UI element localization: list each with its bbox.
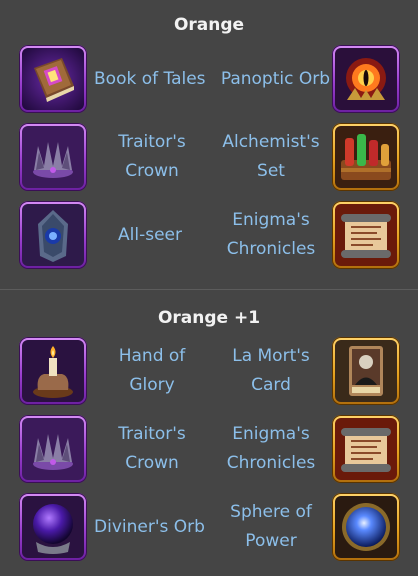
item-label: Book of Tales (94, 68, 206, 89)
item-label: Sphere of Power (230, 502, 312, 551)
diviners-orb-icon[interactable] (19, 493, 87, 561)
item-label: Alchemist's Set (222, 132, 320, 181)
traitors-crown-icon[interactable] (19, 415, 87, 483)
orange-section: Orange Book of Tales Panoptic Orb Traito… (0, 0, 418, 289)
hand-of-glory-icon[interactable] (19, 337, 87, 405)
traitors-crown-icon[interactable] (19, 123, 87, 191)
item-label: Traitor's Crown (118, 424, 186, 473)
item-label: Panoptic Orb (220, 68, 330, 89)
enigmas-chronicles-icon[interactable] (332, 201, 400, 269)
orange-plus-one-section: Orange +1 Hand of Glory La Mort's Card T… (0, 290, 418, 576)
item-row: Traitor's Crown Enigma's Chronicles (0, 415, 418, 483)
all-seer-icon[interactable] (19, 201, 87, 269)
item-label: Hand of Glory (118, 346, 186, 395)
item-row: Diviner's Orb Sphere of Power (0, 493, 418, 561)
book-of-tales-icon[interactable] (19, 45, 87, 113)
section-title-orange: Orange (173, 15, 245, 35)
item-label: All-seer (118, 224, 182, 245)
panoptic-orb-icon[interactable] (332, 45, 400, 113)
item-label: Enigma's Chronicles (226, 424, 316, 473)
item-label: Enigma's Chronicles (226, 210, 316, 259)
item-row: Traitor's Crown Alchemist's Set (0, 123, 418, 191)
section-title-orange-plus-one: Orange +1 (157, 308, 261, 328)
item-row: Book of Tales Panoptic Orb (0, 45, 418, 113)
item-label: Diviner's Orb (94, 516, 205, 537)
item-label: La Mort's Card (232, 346, 310, 395)
item-row: Hand of Glory La Mort's Card (0, 337, 418, 405)
enigmas-chronicles-icon[interactable] (332, 415, 400, 483)
la-morts-card-icon[interactable] (332, 337, 400, 405)
sphere-of-power-icon[interactable] (332, 493, 400, 561)
item-row: All-seer Enigma's Chronicles (0, 201, 418, 269)
alchemists-set-icon[interactable] (332, 123, 400, 191)
item-label: Traitor's Crown (118, 132, 186, 181)
